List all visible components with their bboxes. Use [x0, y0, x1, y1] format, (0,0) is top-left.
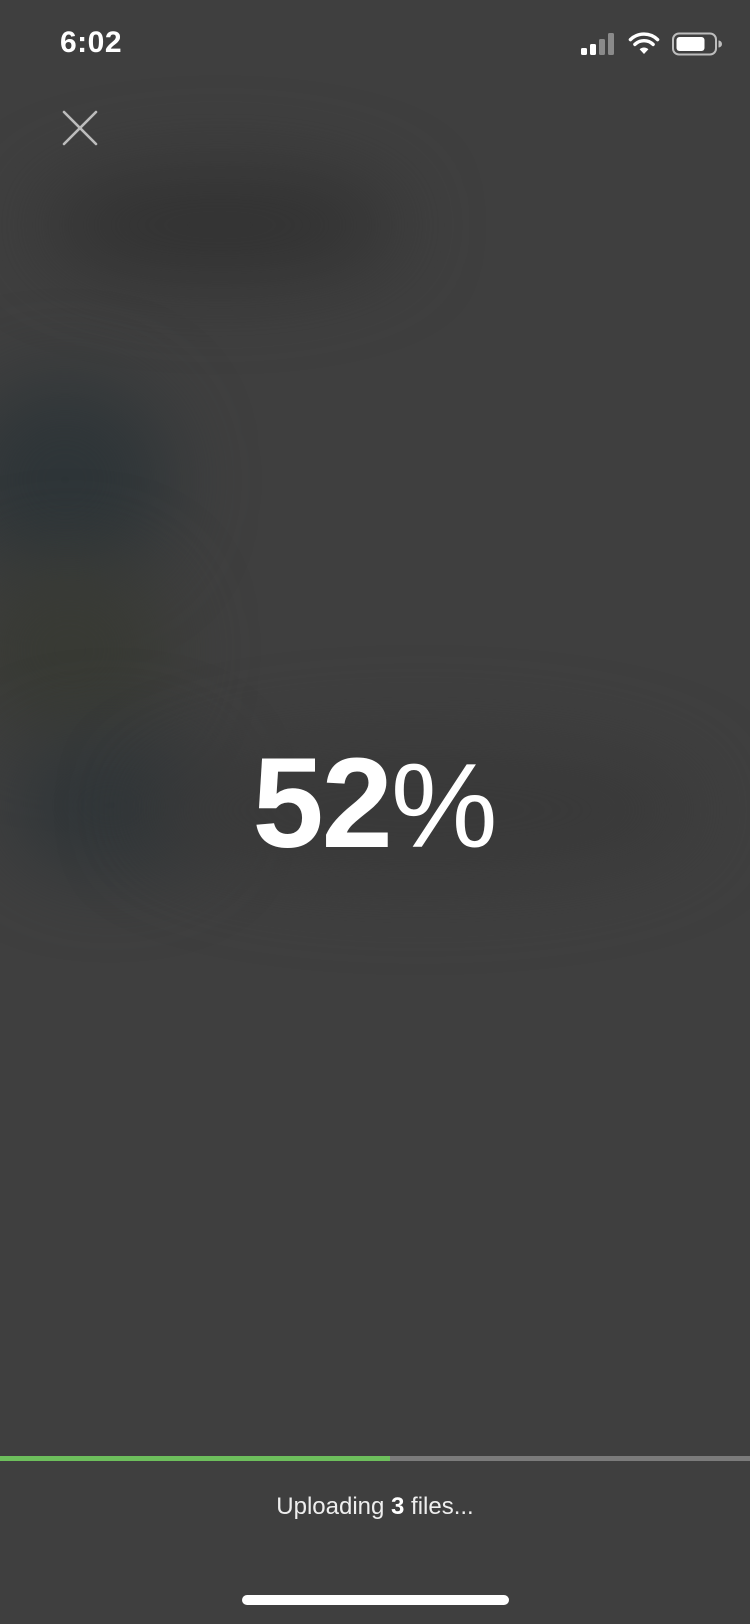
percent-value: 52	[252, 732, 392, 875]
status-bar: 6:02	[0, 0, 750, 92]
upload-status-text: Uploading 3 files...	[0, 1493, 750, 1521]
cellular-signal-icon	[580, 32, 616, 61]
close-icon	[62, 110, 98, 146]
battery-icon	[672, 32, 722, 61]
wifi-icon	[628, 32, 660, 61]
upload-status-suffix: files...	[404, 1493, 474, 1520]
close-button[interactable]	[58, 106, 102, 150]
status-icons	[580, 32, 722, 61]
upload-progress-screen: 6:02 52% Uploading 3 files...	[0, 0, 750, 1624]
background-blur	[0, 380, 170, 580]
percent-sign: %	[390, 739, 498, 873]
upload-progress-bar	[0, 1456, 750, 1461]
upload-percent: 52%	[0, 740, 750, 868]
upload-progress-fill	[0, 1456, 390, 1461]
background-blur	[40, 170, 400, 280]
file-count: 3	[391, 1493, 405, 1520]
background-blur	[0, 560, 170, 740]
upload-status-prefix: Uploading	[276, 1493, 392, 1520]
home-indicator[interactable]	[242, 1595, 509, 1605]
status-time: 6:02	[60, 26, 123, 59]
